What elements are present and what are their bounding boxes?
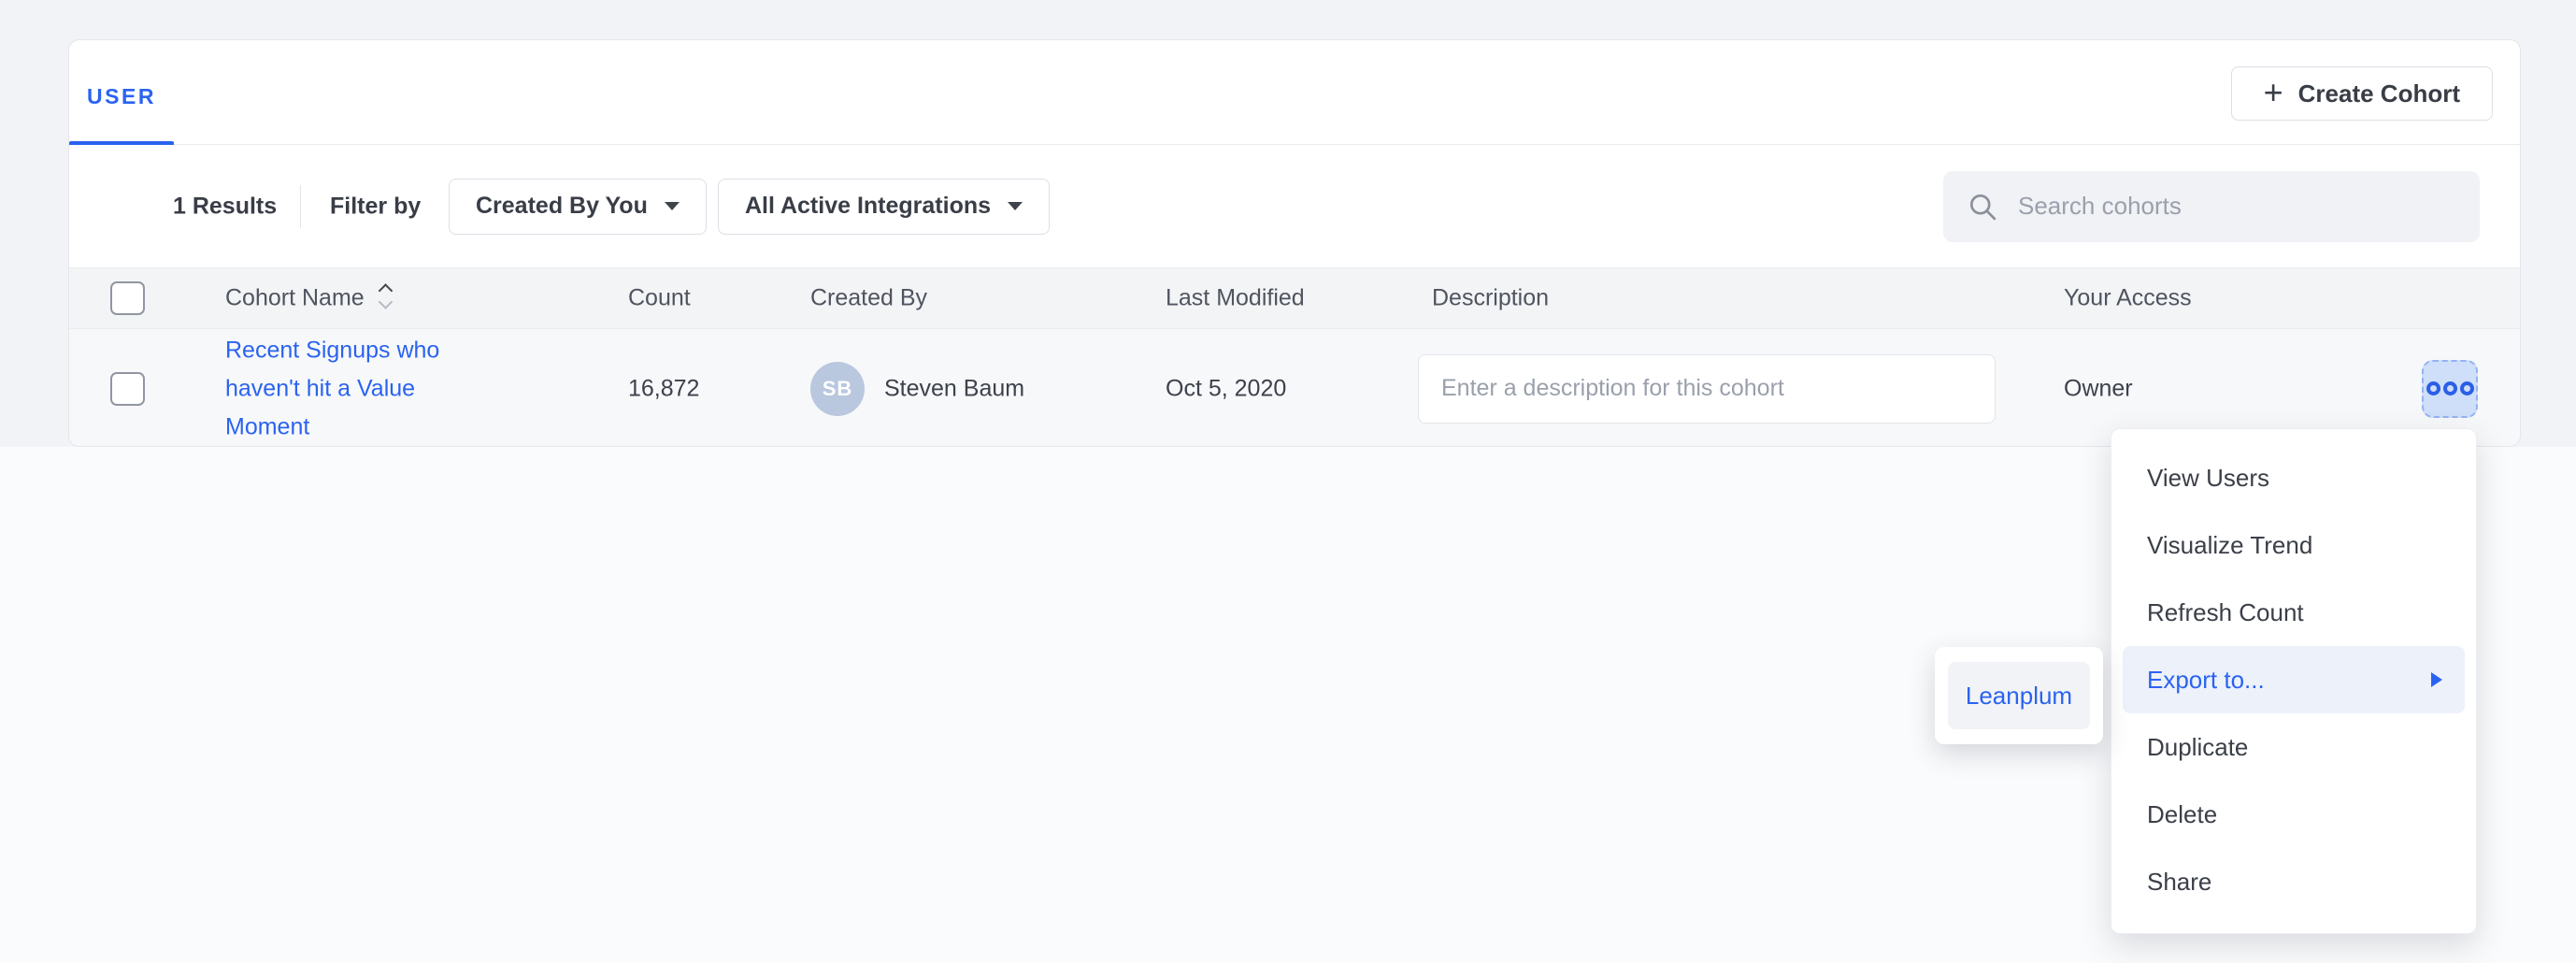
search-cohorts-box xyxy=(1943,171,2480,242)
column-header-last-modified: Last Modified xyxy=(1166,285,1305,312)
row-checkbox[interactable] xyxy=(110,372,145,406)
created-by-dropdown-label: Created By You xyxy=(476,193,648,220)
created-by-name: Steven Baum xyxy=(884,375,1024,402)
cohorts-card: USER + Create Cohort 1 Results Filter by… xyxy=(68,39,2521,447)
select-all-checkbox[interactable] xyxy=(110,281,145,315)
column-header-your-access: Your Access xyxy=(2064,285,2192,312)
chevron-down-icon xyxy=(1008,202,1023,210)
menu-item-duplicate[interactable]: Duplicate xyxy=(2111,713,2476,781)
column-header-created-by: Created By xyxy=(810,285,927,312)
avatar-initials: SB xyxy=(823,377,853,401)
create-cohort-button[interactable]: + Create Cohort xyxy=(2231,66,2493,121)
created-by-dropdown[interactable]: Created By You xyxy=(449,179,707,235)
menu-item-visualize-trend[interactable]: Visualize Trend xyxy=(2111,511,2476,579)
integrations-dropdown[interactable]: All Active Integrations xyxy=(718,179,1050,235)
divider xyxy=(300,185,301,228)
more-dots-icon xyxy=(2426,381,2440,395)
column-header-count: Count xyxy=(628,285,691,312)
export-submenu: Leanplum xyxy=(1935,647,2103,744)
table-header-row: Cohort Name Count Created By Last Modifi… xyxy=(69,267,2520,328)
more-actions-button[interactable] xyxy=(2422,360,2478,418)
last-modified-date: Oct 5, 2020 xyxy=(1166,375,1286,402)
tab-user-label: USER xyxy=(69,84,174,109)
plus-icon: + xyxy=(2264,76,2283,109)
cohorts-page: USER + Create Cohort 1 Results Filter by… xyxy=(0,0,2576,963)
menu-item-delete[interactable]: Delete xyxy=(2111,781,2476,848)
chevron-down-icon xyxy=(665,202,680,210)
filter-by-label: Filter by xyxy=(330,193,421,220)
sort-icon[interactable] xyxy=(378,285,396,309)
column-header-cohort-name[interactable]: Cohort Name xyxy=(225,285,396,312)
filter-bar: 1 Results Filter by Created By You All A… xyxy=(69,145,2520,267)
menu-item-view-users[interactable]: View Users xyxy=(2111,444,2476,511)
search-input[interactable] xyxy=(2018,192,2457,221)
column-header-description: Description xyxy=(1432,285,1549,312)
tab-bar: USER + Create Cohort xyxy=(69,40,2520,145)
export-to-label: Export to... xyxy=(2147,666,2265,695)
menu-item-export-to[interactable]: Export to... xyxy=(2123,646,2465,713)
cohort-name-link[interactable]: Recent Signups who haven't hit a Value M… xyxy=(225,331,446,446)
menu-item-refresh-count[interactable]: Refresh Count xyxy=(2111,579,2476,646)
submenu-arrow-icon xyxy=(2431,672,2442,687)
integrations-dropdown-label: All Active Integrations xyxy=(745,193,991,220)
search-icon xyxy=(1966,190,1999,223)
row-actions-menu: View Users Visualize Trend Refresh Count… xyxy=(2111,428,2477,934)
cohort-name-header-label: Cohort Name xyxy=(225,285,365,311)
menu-item-share[interactable]: Share xyxy=(2111,848,2476,915)
create-cohort-label: Create Cohort xyxy=(2298,79,2460,108)
access-level: Owner xyxy=(2064,375,2133,402)
results-count: 1 Results xyxy=(173,193,277,220)
avatar: SB xyxy=(810,362,865,416)
submenu-item-leanplum[interactable]: Leanplum xyxy=(1948,662,2090,729)
tab-user[interactable]: USER xyxy=(69,40,174,145)
cohort-count: 16,872 xyxy=(628,375,699,402)
description-input[interactable] xyxy=(1418,354,1996,424)
